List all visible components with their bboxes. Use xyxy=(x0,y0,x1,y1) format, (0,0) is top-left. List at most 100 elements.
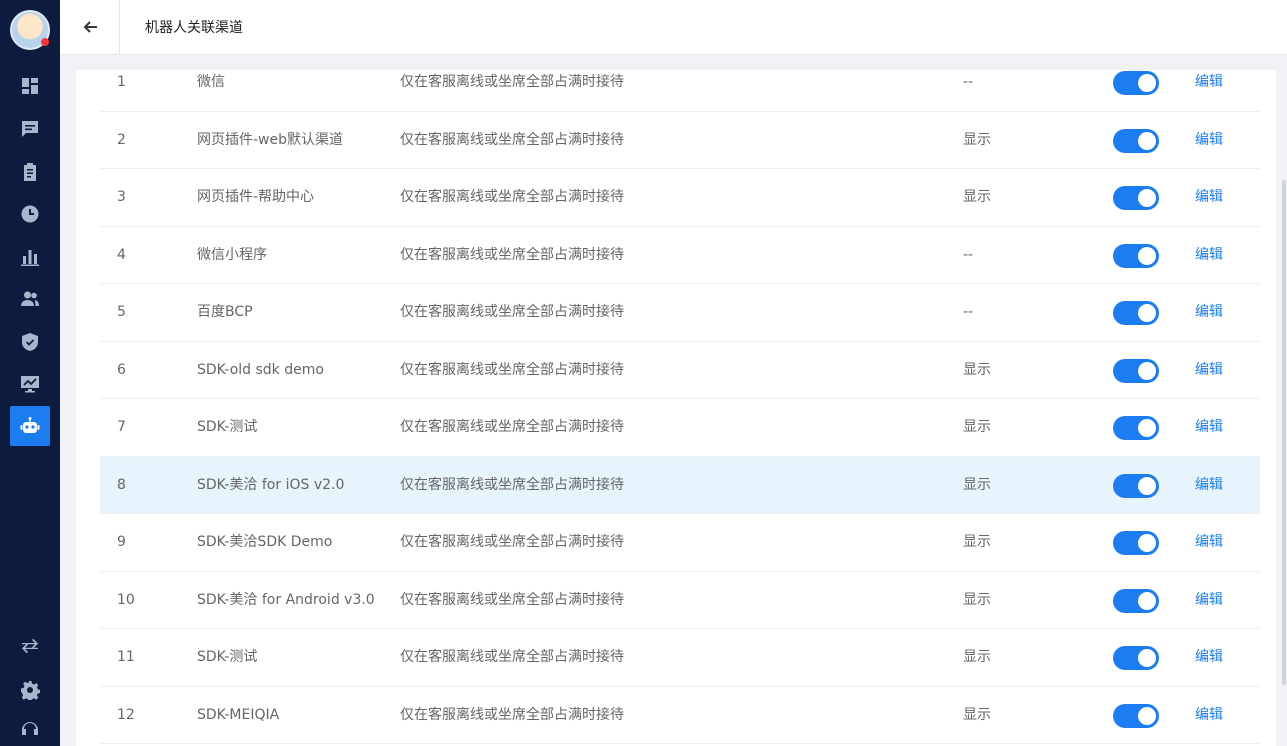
sidebar-item-robot[interactable] xyxy=(10,406,50,446)
row-index: 2 xyxy=(117,131,126,148)
table-row[interactable]: 9 SDK-美洽SDK Demo 仅在客服离线或坐席全部占满时接待 显示 编辑 xyxy=(100,514,1260,572)
reception-rule: 仅在客服离线或坐席全部占满时接待 xyxy=(400,74,624,90)
display-status: 显示 xyxy=(963,131,991,148)
reception-rule: 仅在客服离线或坐席全部占满时接待 xyxy=(400,591,624,608)
enable-toggle[interactable] xyxy=(1113,588,1159,613)
sidebar-item-switch[interactable] xyxy=(10,626,50,666)
table-row[interactable]: 7 SDK-测试 仅在客服离线或坐席全部占满时接待 显示 编辑 xyxy=(100,399,1260,457)
channel-name: SDK-美洽 for Android v3.0 xyxy=(197,591,375,608)
channel-table-card: 1 微信 仅在客服离线或坐席全部占满时接待 -- 编辑 2 网页插件-web默认渠道 仅在客服… xyxy=(76,70,1276,746)
table-row[interactable]: 2 网页插件-web默认渠道 仅在客服离线或坐席全部占满时接待 显示 编辑 xyxy=(100,112,1260,169)
row-index: 12 xyxy=(117,706,135,723)
back-button[interactable] xyxy=(76,12,106,42)
arrow-left-icon xyxy=(83,21,97,33)
table-row[interactable]: 10 SDK-美洽 for Android v3.0 仅在客服离线或坐席全部占满时接… xyxy=(100,572,1260,629)
sidebar-item-settings[interactable] xyxy=(10,670,50,710)
display-status: 显示 xyxy=(963,476,991,493)
edit-link[interactable]: 编辑 xyxy=(1195,342,1223,399)
toggle-knob xyxy=(1138,246,1156,265)
sidebar-item-statistics[interactable] xyxy=(10,237,50,277)
reception-rule: 仅在客服离线或坐席全部占满时接待 xyxy=(400,131,624,148)
sidebar-item-history[interactable] xyxy=(10,194,50,234)
table-row[interactable]: 5 百度BCP 仅在客服离线或坐席全部占满时接待 -- 编辑 xyxy=(100,284,1260,342)
edit-link[interactable]: 编辑 xyxy=(1195,399,1223,456)
sidebar-item-chat[interactable] xyxy=(10,109,50,149)
row-index: 9 xyxy=(117,534,126,550)
swap-icon xyxy=(22,638,38,654)
bar-chart-icon xyxy=(21,250,39,266)
edit-link[interactable]: 编辑 xyxy=(1195,687,1223,744)
table-row[interactable]: 12 SDK-MEIQIA 仅在客服离线或坐席全部占满时接待 显示 编辑 xyxy=(100,687,1260,744)
display-status: 显示 xyxy=(963,534,991,550)
headset-icon xyxy=(22,722,38,735)
enable-toggle[interactable] xyxy=(1113,646,1159,670)
edit-link[interactable]: 编辑 xyxy=(1195,169,1223,226)
row-index: 3 xyxy=(117,189,126,205)
edit-link[interactable]: 编辑 xyxy=(1195,70,1223,111)
display-status: 显示 xyxy=(963,591,991,608)
page-header: 机器人关联渠道 xyxy=(60,0,1287,55)
toggle-knob xyxy=(1138,649,1156,667)
table-row[interactable]: 4 微信小程序 仅在客服离线或坐席全部占满时接待 -- 编辑 xyxy=(100,227,1260,284)
row-index: 11 xyxy=(117,649,135,665)
edit-link[interactable]: 编辑 xyxy=(1195,457,1223,514)
row-index: 6 xyxy=(117,361,126,378)
enable-toggle[interactable] xyxy=(1113,243,1159,268)
channel-name: SDK-美洽 for iOS v2.0 xyxy=(197,476,345,493)
enable-toggle[interactable] xyxy=(1113,128,1159,153)
toggle-knob xyxy=(1138,74,1156,92)
chat-icon xyxy=(22,121,38,137)
table-row[interactable]: 11 SDK-测试 仅在客服离线或坐席全部占满时接待 显示 编辑 xyxy=(100,629,1260,687)
display-status: 显示 xyxy=(963,361,991,378)
edit-link[interactable]: 编辑 xyxy=(1195,514,1223,571)
sidebar-item-security[interactable] xyxy=(10,322,50,362)
channel-name: 网页插件-web默认渠道 xyxy=(197,131,344,148)
table-row[interactable]: 6 SDK-old sdk demo 仅在客服离线或坐席全部占满时接待 显示 编辑 xyxy=(100,342,1260,399)
sidebar-item-clipboard[interactable] xyxy=(10,152,50,192)
clipboard-icon xyxy=(24,163,36,181)
edit-link[interactable]: 编辑 xyxy=(1195,629,1223,686)
toggle-knob xyxy=(1138,361,1156,380)
enable-toggle[interactable] xyxy=(1113,416,1159,440)
sidebar-item-users[interactable] xyxy=(10,279,50,319)
reception-rule: 仅在客服离线或坐席全部占满时接待 xyxy=(400,706,624,723)
row-index: 4 xyxy=(117,246,126,263)
sidebar-item-dashboard[interactable] xyxy=(10,66,50,106)
scrollbar[interactable] xyxy=(1282,180,1286,685)
enable-toggle[interactable] xyxy=(1113,473,1159,498)
display-status: 显示 xyxy=(963,649,991,665)
edit-link[interactable]: 编辑 xyxy=(1195,227,1223,284)
reception-rule: 仅在客服离线或坐席全部占满时接待 xyxy=(400,649,624,665)
channel-name: SDK-old sdk demo xyxy=(197,361,324,378)
enable-toggle[interactable] xyxy=(1113,531,1159,555)
display-status: -- xyxy=(963,304,974,320)
table-row[interactable]: 8 SDK-美洽 for iOS v2.0 仅在客服离线或坐席全部占满时接待 显示 编辑 xyxy=(100,456,1260,514)
enable-toggle[interactable] xyxy=(1113,301,1159,325)
sidebar-item-monitor[interactable] xyxy=(10,364,50,404)
toggle-knob xyxy=(1138,131,1156,150)
reception-rule: 仅在客服离线或坐席全部占满时接待 xyxy=(400,246,624,263)
edit-link[interactable]: 编辑 xyxy=(1195,284,1223,341)
channel-name: SDK-测试 xyxy=(197,419,258,435)
avatar[interactable] xyxy=(10,10,50,50)
table-row[interactable]: 3 网页插件-帮助中心 仅在客服离线或坐席全部占满时接待 显示 编辑 xyxy=(100,169,1260,227)
header-divider xyxy=(119,0,120,55)
enable-toggle[interactable] xyxy=(1113,71,1159,95)
toggle-knob xyxy=(1138,304,1156,322)
channel-name: SDK-MEIQIA xyxy=(197,706,280,723)
enable-toggle[interactable] xyxy=(1113,703,1159,728)
sidebar-item-support[interactable] xyxy=(10,716,50,746)
edit-link[interactable]: 编辑 xyxy=(1195,572,1223,629)
row-index: 8 xyxy=(117,476,126,493)
enable-toggle[interactable] xyxy=(1113,186,1159,210)
display-status: -- xyxy=(963,246,974,263)
channel-name: 百度BCP xyxy=(197,304,253,320)
status-dot xyxy=(41,38,49,46)
edit-link[interactable]: 编辑 xyxy=(1195,112,1223,169)
table-row[interactable]: 1 微信 仅在客服离线或坐席全部占满时接待 -- 编辑 xyxy=(100,70,1260,112)
channel-name: 微信 xyxy=(197,74,225,90)
enable-toggle[interactable] xyxy=(1113,358,1159,383)
channel-name: 网页插件-帮助中心 xyxy=(197,189,315,205)
robot-icon xyxy=(20,417,40,433)
display-status: 显示 xyxy=(963,419,991,435)
